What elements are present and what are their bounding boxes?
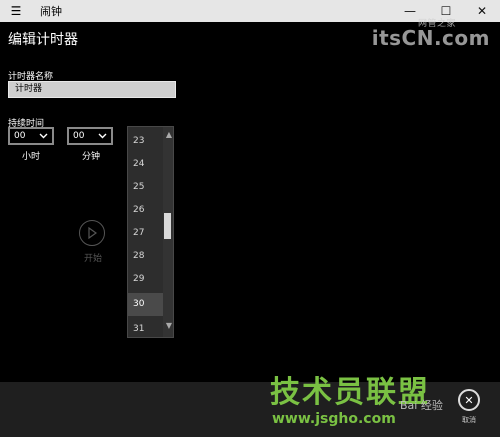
picker-item[interactable]: 23 xyxy=(128,130,163,153)
picker-item[interactable]: 27 xyxy=(128,222,163,245)
picker-item[interactable]: 24 xyxy=(128,153,163,176)
picker-item[interactable]: 31 xyxy=(128,318,163,337)
play-icon xyxy=(88,227,97,239)
app-title: 闹钟 xyxy=(40,5,62,18)
picker-item-selected[interactable]: 30 xyxy=(128,293,163,316)
close-icon: ✕ xyxy=(464,393,474,407)
chevron-down-icon xyxy=(98,133,107,139)
minute-picker-list[interactable]: 23 24 25 26 27 28 29 30 31 ▲ ▼ xyxy=(127,126,174,338)
minute-select-value: 00 xyxy=(73,131,85,141)
chevron-up-icon[interactable]: ▲ xyxy=(166,130,172,139)
watermark-itscn: itsCN.com 网管之家 xyxy=(371,19,490,50)
cancel-button[interactable]: ✕ xyxy=(458,389,480,411)
scrollbar-thumb[interactable] xyxy=(164,213,171,239)
cancel-label: 取消 xyxy=(462,416,476,424)
timer-name-input[interactable]: 计时器 xyxy=(8,81,176,98)
picker-item[interactable]: 26 xyxy=(128,199,163,222)
close-window-button[interactable]: ✕ xyxy=(464,0,500,22)
page-title: 编辑计时器 xyxy=(8,32,78,48)
watermark-itscn-sub: 网管之家 xyxy=(417,19,456,29)
watermark-jsgho-url: www.jsgho.com xyxy=(272,411,396,427)
hamburger-icon[interactable]: ☰ xyxy=(4,4,28,18)
picker-item[interactable]: 29 xyxy=(128,268,163,291)
chevron-down-icon[interactable]: ▼ xyxy=(166,321,172,330)
hour-select[interactable]: 00 xyxy=(8,127,54,145)
start-label: 开始 xyxy=(84,254,103,264)
start-button[interactable] xyxy=(79,220,105,246)
watermark-itscn-text: itsCN.com xyxy=(371,26,490,50)
picker-item[interactable]: 25 xyxy=(128,176,163,199)
hour-select-value: 00 xyxy=(14,131,26,141)
chevron-down-icon xyxy=(39,133,48,139)
watermark-baidu: Bai 经验 xyxy=(400,399,443,412)
picker-item[interactable]: 28 xyxy=(128,245,163,268)
minute-caption: 分钟 xyxy=(82,152,101,162)
hour-caption: 小时 xyxy=(22,152,41,162)
minute-select[interactable]: 00 xyxy=(67,127,113,145)
